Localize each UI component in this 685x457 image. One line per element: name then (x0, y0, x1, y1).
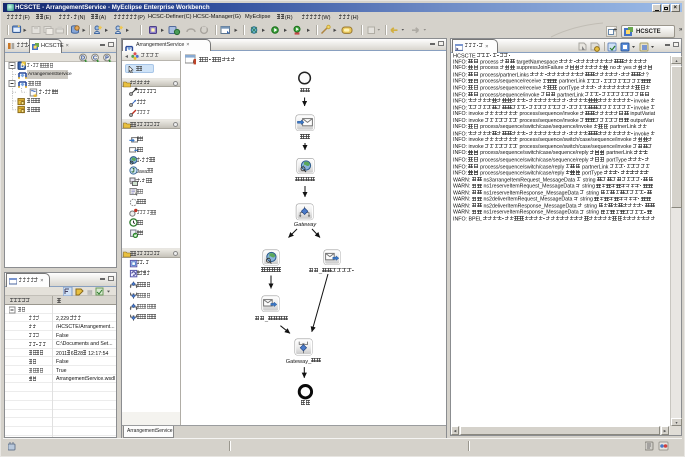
svg-text:J: J (131, 169, 134, 175)
